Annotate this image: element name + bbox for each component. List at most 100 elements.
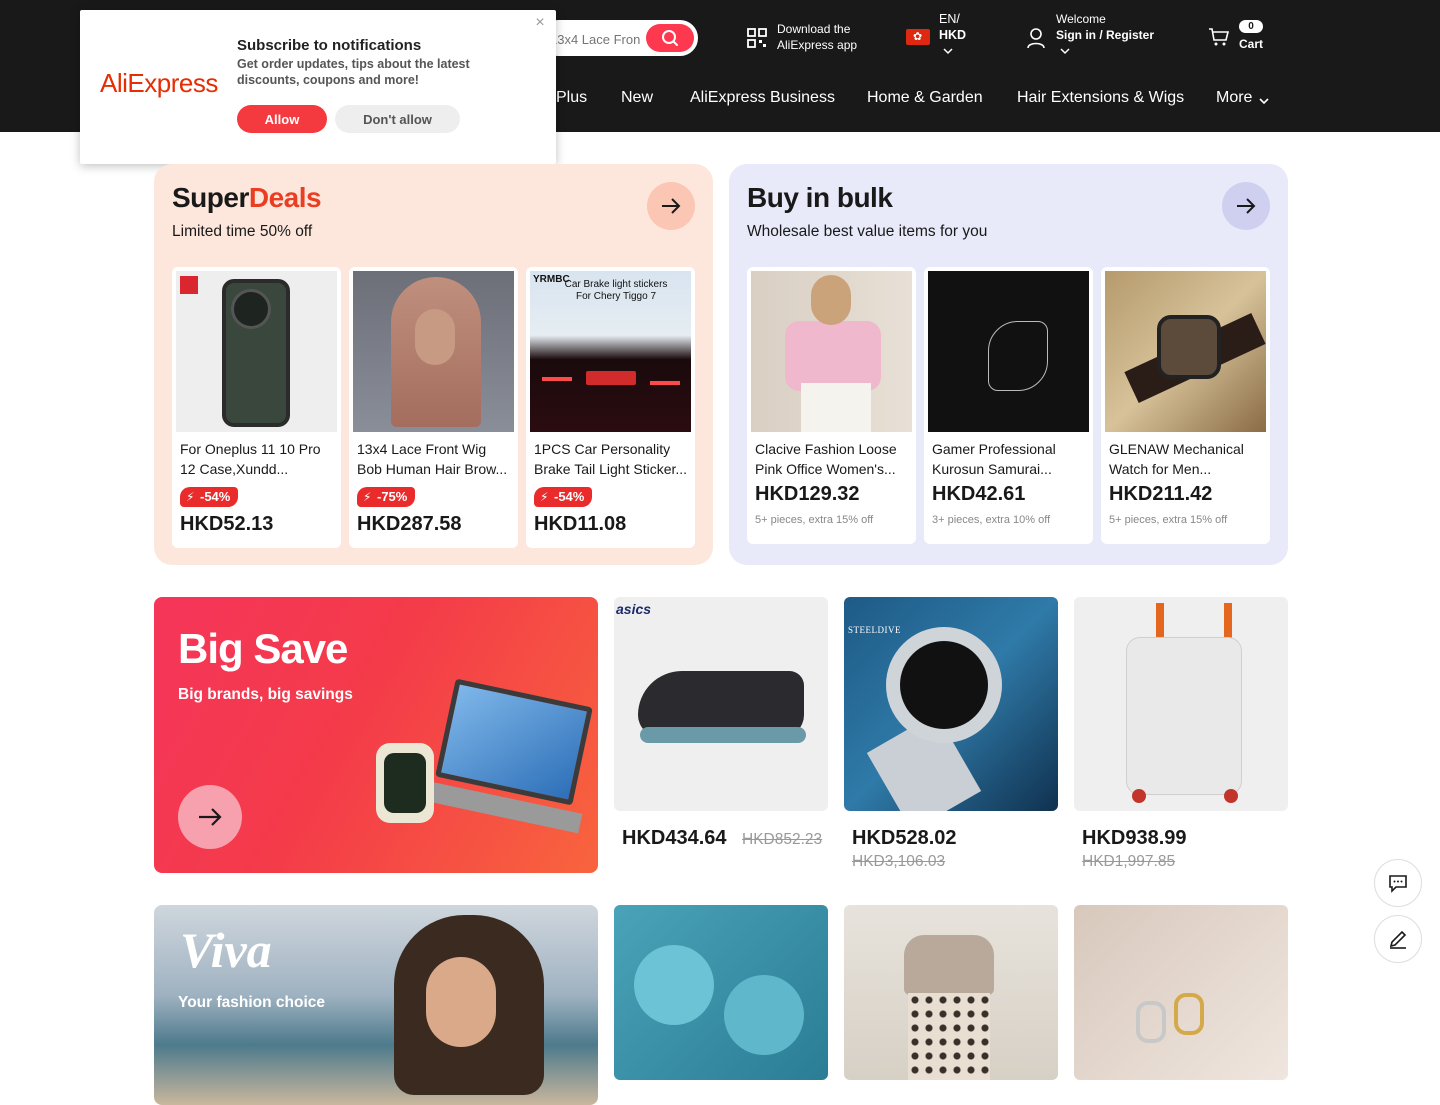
viva-title: Viva bbox=[180, 922, 272, 978]
original-price: HKD852.23 bbox=[742, 831, 823, 848]
bulk-arrow-button[interactable] bbox=[1222, 182, 1270, 230]
product-image-mousepad bbox=[928, 271, 1089, 432]
product-card[interactable]: For Oneplus 11 10 Pro 12 Case,Xundd... ⚡… bbox=[172, 267, 341, 548]
lightning-icon: ⚡ bbox=[540, 490, 549, 504]
cart-icon bbox=[1209, 28, 1230, 46]
big-save-arrow-button[interactable] bbox=[178, 785, 242, 849]
product-price: HKD52.13 bbox=[180, 513, 274, 535]
discount-badge: ⚡ -75% bbox=[357, 487, 416, 507]
nav-item-home-garden[interactable]: Home & Garden bbox=[867, 89, 983, 113]
product-tile-dive-watch[interactable]: STEELDIVE bbox=[844, 597, 1058, 811]
product-title: Clacive Fashion Loose Pink Office Women'… bbox=[755, 441, 897, 477]
product-title: 1PCS Car Personality Brake Tail Light St… bbox=[534, 441, 688, 477]
rose-shape bbox=[724, 975, 804, 1055]
superdeals-title-deals: Deals bbox=[248, 182, 322, 213]
product-tile-earrings[interactable] bbox=[1074, 905, 1288, 1080]
product-card[interactable]: Gamer Professional Kurosun Samurai... HK… bbox=[924, 267, 1093, 544]
allow-button[interactable]: Allow bbox=[237, 105, 327, 133]
laptop-image bbox=[435, 678, 593, 806]
nav-item-plus[interactable]: Plus bbox=[556, 89, 587, 113]
watch-face bbox=[1157, 315, 1221, 379]
original-price: HKD3,106.03 bbox=[852, 853, 946, 870]
dont-allow-button[interactable]: Don't allow bbox=[335, 105, 460, 133]
head-shape bbox=[811, 275, 851, 325]
product-price: HKD129.32 bbox=[755, 483, 860, 505]
product-card[interactable]: 13x4 Lace Front Wig Bob Human Hair Brow.… bbox=[349, 267, 518, 548]
close-icon[interactable]: × bbox=[533, 15, 547, 31]
product-tile-polka-skirt[interactable] bbox=[844, 905, 1058, 1080]
product-image-wig bbox=[353, 271, 514, 432]
product-card[interactable]: YRMBC Car Brake light stickers For Chery… bbox=[526, 267, 695, 548]
download-app-link[interactable]: Download the AliExpress app bbox=[746, 20, 876, 56]
qr-code-icon bbox=[747, 28, 767, 48]
product-card[interactable]: GLENAW Mechanical Watch for Men... HKD21… bbox=[1101, 267, 1270, 544]
product-price: HKD528.02 bbox=[852, 827, 957, 849]
discount-label: -75% bbox=[377, 489, 408, 504]
product-tile-sneaker[interactable]: asics bbox=[614, 597, 828, 811]
hk-flag-icon: ✿ bbox=[906, 29, 930, 45]
arrow-right-icon bbox=[1237, 198, 1256, 214]
account-menu[interactable]: Welcome Sign in / Register bbox=[1026, 10, 1166, 60]
steeldive-logo: STEELDIVE bbox=[848, 625, 901, 635]
arrow-right-icon bbox=[199, 808, 222, 826]
discount-label: -54% bbox=[554, 489, 585, 504]
skirt-shape bbox=[908, 993, 990, 1080]
superdeals-title-super: Super bbox=[172, 182, 249, 213]
aliexpress-logo: AliExpress bbox=[100, 68, 218, 98]
nav-item-new[interactable]: New bbox=[621, 89, 653, 113]
arrow-right-icon bbox=[662, 198, 681, 214]
cart-button[interactable]: 0 Cart bbox=[1208, 18, 1272, 54]
superdeals-arrow-button[interactable] bbox=[647, 182, 695, 230]
product-card[interactable]: Clacive Fashion Loose Pink Office Women'… bbox=[747, 267, 916, 544]
dialog-title: Subscribe to notifications bbox=[237, 37, 422, 54]
rose-shape bbox=[634, 945, 714, 1025]
original-price: HKD1,997.85 bbox=[1082, 853, 1176, 870]
product-tile-suitcase[interactable] bbox=[1074, 597, 1288, 811]
skirt-shape bbox=[801, 383, 871, 432]
nav-item-more[interactable]: More bbox=[1216, 89, 1272, 113]
chat-icon bbox=[1389, 875, 1407, 893]
blouse-shape bbox=[785, 321, 881, 391]
nav-item-hair-extensions-wigs[interactable]: Hair Extensions & Wigs bbox=[1017, 89, 1184, 113]
product-image-brake-light: YRMBC Car Brake light stickers For Chery… bbox=[530, 271, 691, 432]
download-line2: AliExpress app bbox=[777, 38, 858, 52]
big-save-title: Big Save bbox=[178, 625, 348, 672]
chevron-down-icon bbox=[1060, 48, 1070, 55]
download-line1: Download the bbox=[777, 22, 851, 36]
sweater-shape bbox=[904, 935, 994, 995]
smartwatch-screen bbox=[384, 753, 426, 813]
product-price: HKD938.99 bbox=[1082, 827, 1187, 849]
bulk-discount-note: 3+ pieces, extra 10% off bbox=[932, 514, 1051, 526]
search-button[interactable] bbox=[646, 24, 694, 52]
nav-more-label: More bbox=[1216, 89, 1253, 106]
nav-item-aliexpress-business[interactable]: AliExpress Business bbox=[690, 89, 835, 113]
signin-register-link[interactable]: Sign in / Register bbox=[1056, 27, 1154, 43]
viva-banner[interactable]: Viva Your fashion choice bbox=[154, 905, 598, 1105]
notification-permission-dialog: AliExpress Subscribe to notifications Ge… bbox=[80, 10, 556, 164]
big-save-banner[interactable]: Big Save Big brands, big savings bbox=[154, 597, 598, 873]
store-logo bbox=[180, 276, 198, 294]
chat-button[interactable] bbox=[1374, 859, 1422, 907]
brake-light-bar-left bbox=[542, 377, 572, 381]
currency-label: HKD bbox=[939, 28, 967, 42]
bulk-title: Buy in bulk bbox=[747, 182, 893, 213]
product-price: HKD211.42 bbox=[1109, 483, 1213, 505]
brake-light-center bbox=[586, 371, 636, 385]
superdeals-subtitle: Limited time 50% off bbox=[172, 223, 313, 240]
welcome-label: Welcome bbox=[1056, 12, 1106, 26]
product-title: Gamer Professional Kurosun Samurai... bbox=[932, 441, 1056, 477]
search-input[interactable] bbox=[550, 28, 640, 50]
feedback-button[interactable] bbox=[1374, 915, 1422, 963]
discount-label: -54% bbox=[200, 489, 231, 504]
product-price: HKD434.64 bbox=[622, 827, 727, 849]
model-face-shape bbox=[426, 957, 496, 1047]
user-icon bbox=[1027, 28, 1045, 49]
product-image-phone-case bbox=[176, 271, 337, 432]
mousepad-art bbox=[988, 321, 1048, 391]
dialog-description: Get order updates, tips about the latest… bbox=[237, 57, 470, 87]
product-price: HKD287.58 bbox=[357, 513, 462, 535]
lightning-icon: ⚡ bbox=[363, 490, 372, 504]
search-bar[interactable] bbox=[540, 20, 698, 56]
product-tile-rose-top[interactable] bbox=[614, 905, 828, 1080]
language-currency-selector[interactable]: ✿ EN/ HKD bbox=[906, 10, 976, 60]
